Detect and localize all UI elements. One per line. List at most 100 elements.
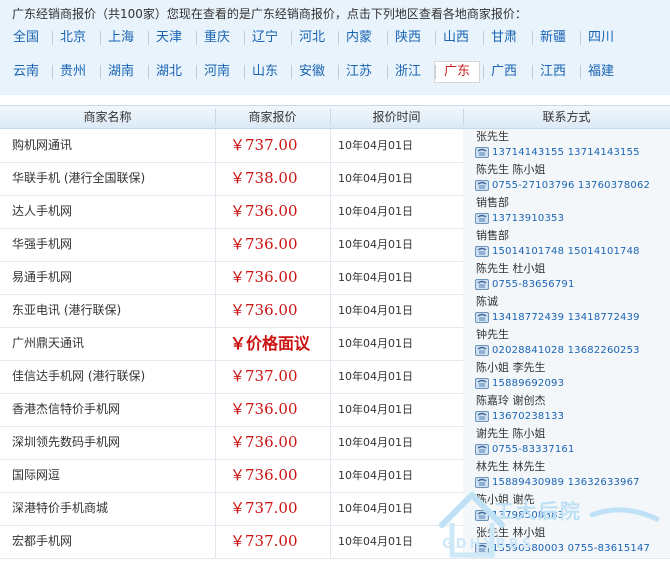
contact-cell: 陈小姐 李先生 15889692093	[463, 360, 670, 393]
phone-numbers[interactable]: 0755-83656791	[492, 279, 575, 290]
region-link[interactable]: 上海	[108, 27, 134, 49]
column-header-price[interactable]: 商家报价	[215, 106, 330, 128]
table-row[interactable]: 华强手机网 ￥736.00 10年04月01日 销售部 15014101748 1501…	[0, 228, 670, 262]
table-row[interactable]: 东亚电讯 (港行联保) ￥736.00 10年04月01日 陈诚 13418772439…	[0, 294, 670, 328]
contact-cell: 销售部 15014101748 15014101748	[463, 228, 670, 261]
phone-numbers[interactable]: 13418772439 13418772439	[492, 312, 640, 323]
price-date: 10年04月01日	[338, 304, 413, 317]
region-link-selected[interactable]: 广东	[434, 61, 481, 83]
phone-icon	[475, 345, 489, 356]
region-link[interactable]: 安徽	[299, 61, 325, 83]
column-divider	[330, 393, 331, 426]
dealer-name[interactable]: 深港特价手机商城	[12, 492, 212, 525]
column-divider	[215, 195, 216, 228]
dealer-name[interactable]: 宏都手机网	[12, 525, 212, 558]
region-link[interactable]: 辽宁	[252, 27, 278, 49]
region-link[interactable]: 云南	[13, 61, 39, 83]
region-link[interactable]: 河南	[204, 61, 230, 83]
table-row[interactable]: 深圳领先数码手机网 ￥736.00 10年04月01日 谢先生 陈小姐 0755-833…	[0, 426, 670, 460]
phone-icon	[475, 279, 489, 290]
region-divider	[244, 65, 245, 79]
region-link[interactable]: 浙江	[395, 61, 421, 83]
dealer-name[interactable]: 广州鼎天通讯	[12, 327, 212, 360]
dealer-name[interactable]: 购机网通讯	[12, 129, 212, 162]
region-link[interactable]: 新疆	[540, 27, 566, 49]
column-divider	[330, 492, 331, 525]
contact-cell: 陈先生 陈小姐 0755-27103796 13760378062	[463, 162, 670, 195]
region-divider	[483, 65, 484, 79]
column-divider	[215, 492, 216, 525]
dealer-name[interactable]: 国际网逗	[12, 459, 212, 492]
region-link[interactable]: 广西	[491, 61, 517, 83]
table-row[interactable]: 易通手机网 ￥736.00 10年04月01日 陈先生 杜小姐 0755-8365679…	[0, 261, 670, 295]
region-link[interactable]: 北京	[60, 27, 86, 49]
dealer-name[interactable]: 易通手机网	[12, 261, 212, 294]
contact-person: 销售部	[476, 229, 509, 242]
phone-line: 15014101748 15014101748	[475, 244, 640, 258]
column-divider	[330, 195, 331, 228]
phone-numbers[interactable]: 13670238133	[492, 411, 564, 422]
phone-numbers[interactable]: 02028841028 13682260253	[492, 345, 640, 356]
region-link[interactable]: 四川	[588, 27, 614, 49]
dealer-price: ￥价格面议	[230, 334, 311, 353]
column-divider	[215, 426, 216, 459]
dealer-name[interactable]: 华联手机 (港行全国联保)	[12, 162, 212, 195]
phone-icon	[475, 444, 489, 455]
table-row[interactable]: 华联手机 (港行全国联保) ￥738.00 10年04月01日 陈先生 陈小姐 0755…	[0, 162, 670, 196]
phone-icon	[475, 312, 489, 323]
region-link[interactable]: 陕西	[395, 27, 421, 49]
price-date: 10年04月01日	[338, 205, 413, 218]
region-link[interactable]: 河北	[299, 27, 325, 49]
column-divider	[330, 261, 331, 294]
region-divider	[387, 31, 388, 45]
region-divider	[435, 31, 436, 45]
dealer-name[interactable]: 香港杰信特价手机网	[12, 393, 212, 426]
region-link[interactable]: 江西	[540, 61, 566, 83]
region-link[interactable]: 贵州	[60, 61, 86, 83]
contact-person: 陈小姐 李先生	[476, 361, 546, 374]
region-divider	[580, 65, 581, 79]
region-link[interactable]: 山西	[443, 27, 469, 49]
phone-numbers[interactable]: 13713910353	[492, 213, 564, 224]
region-divider	[52, 31, 53, 45]
region-link[interactable]: 福建	[588, 61, 614, 83]
region-divider	[291, 65, 292, 79]
dealer-name[interactable]: 东亚电讯 (港行联保)	[12, 294, 212, 327]
region-link[interactable]: 甘肃	[491, 27, 517, 49]
dealer-name[interactable]: 佳信达手机网 (港行联保)	[12, 360, 212, 393]
region-link[interactable]: 山东	[252, 61, 278, 83]
contact-person: 陈先生 陈小姐	[476, 163, 546, 176]
phone-numbers[interactable]: 15014101748 15014101748	[492, 246, 640, 257]
region-link[interactable]: 重庆	[204, 27, 230, 49]
region-link[interactable]: 湖南	[108, 61, 134, 83]
region-divider	[435, 65, 436, 79]
phone-numbers[interactable]: 0755-27103796 13760378062	[492, 180, 650, 191]
contact-person: 谢先生 陈小姐	[476, 427, 546, 440]
dealer-name[interactable]: 华强手机网	[12, 228, 212, 261]
contact-person: 陈嘉玲 谢创杰	[476, 394, 546, 407]
column-header-date[interactable]: 报价时间	[330, 106, 463, 128]
phone-line: 13670238133	[475, 409, 564, 423]
phone-numbers[interactable]: 13714143155 13714143155	[492, 147, 640, 158]
region-link[interactable]: 湖北	[156, 61, 182, 83]
contact-cell: 谢先生 陈小姐 0755-83337161	[463, 426, 670, 459]
column-divider	[215, 459, 216, 492]
table-row[interactable]: 广州鼎天通讯 ￥价格面议 10年04月01日 钟先生 02028841028 13682…	[0, 327, 670, 361]
region-divider	[100, 31, 101, 45]
region-link[interactable]: 天津	[156, 27, 182, 49]
phone-numbers[interactable]: 15889692093	[492, 378, 564, 389]
column-divider	[215, 525, 216, 558]
region-link[interactable]: 内蒙	[346, 27, 372, 49]
region-link[interactable]: 全国	[13, 27, 39, 49]
column-header-dealer[interactable]: 商家名称	[0, 106, 215, 128]
table-row[interactable]: 达人手机网 ￥736.00 10年04月01日 销售部 13713910353	[0, 195, 670, 229]
dealer-name[interactable]: 达人手机网	[12, 195, 212, 228]
region-link[interactable]: 江苏	[346, 61, 372, 83]
dealer-name[interactable]: 深圳领先数码手机网	[12, 426, 212, 459]
contact-person: 销售部	[476, 196, 509, 209]
phone-numbers[interactable]: 0755-83337161	[492, 444, 575, 455]
dealer-price: ￥736.00	[230, 268, 298, 286]
table-row[interactable]: 购机网通讯 ￥737.00 10年04月01日 张先生 13714143155 1371…	[0, 129, 670, 163]
table-row[interactable]: 佳信达手机网 (港行联保) ￥737.00 10年04月01日 陈小姐 李先生 1588…	[0, 360, 670, 394]
table-row[interactable]: 香港杰信特价手机网 ￥736.00 10年04月01日 陈嘉玲 谢创杰 13670238…	[0, 393, 670, 427]
